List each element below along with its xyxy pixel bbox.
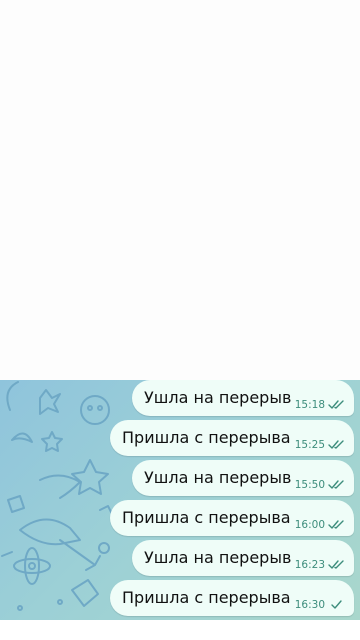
double-check-icon (328, 400, 346, 410)
message-text: Пришла с перерыва (122, 588, 291, 607)
message-meta: 16:00 (295, 519, 346, 531)
message-text: Ушла на перерыв (144, 388, 292, 407)
blank-top-area (0, 0, 360, 380)
double-check-icon (328, 440, 346, 450)
check-icon (328, 600, 346, 610)
message-time: 15:50 (294, 479, 325, 491)
message-meta: 16:30 (295, 599, 346, 611)
message-bubble[interactable]: Пришла с перерыва 15:25 (110, 420, 354, 456)
message-input-bar[interactable] (0, 620, 360, 640)
message-time: 16:23 (294, 559, 325, 571)
message-time: 15:18 (294, 399, 325, 411)
message-meta: 15:18 (295, 399, 346, 411)
message-bubble[interactable]: Пришла с перерыва 16:00 (110, 500, 354, 536)
double-check-icon (328, 520, 346, 530)
message-time: 15:25 (294, 439, 325, 451)
message-meta: 15:50 (295, 479, 346, 491)
message-bubble[interactable]: Ушла на перерыв 15:50 (132, 460, 354, 496)
message-time: 16:00 (294, 519, 325, 531)
double-check-icon (328, 560, 346, 570)
message-bubble[interactable]: Ушла на перерыв 15:18 (132, 380, 354, 416)
message-text: Ушла на перерыв (144, 468, 292, 487)
message-bubble[interactable]: Пришла с перерыва 16:30 (110, 580, 354, 616)
message-meta: 15:25 (295, 439, 346, 451)
message-time: 16:30 (294, 599, 325, 611)
message-text: Ушла на перерыв (144, 548, 292, 567)
message-text: Пришла с перерыва (122, 508, 291, 527)
message-text: Пришла с перерыва (122, 428, 291, 447)
message-bubble[interactable]: Ушла на перерыв 16:23 (132, 540, 354, 576)
double-check-icon (328, 480, 346, 490)
message-meta: 16:23 (295, 559, 346, 571)
